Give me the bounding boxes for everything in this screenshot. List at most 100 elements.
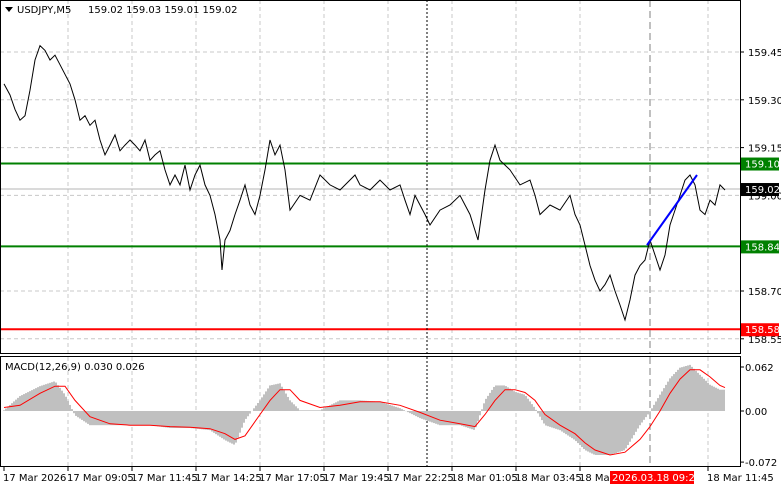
macd-histogram-bar (573, 411, 575, 440)
macd-histogram-bar (127, 411, 129, 426)
macd-histogram-bar (379, 401, 381, 411)
macd-histogram-bar (81, 411, 83, 420)
macd-histogram-bar (195, 411, 197, 429)
macd-histogram-bar (161, 411, 163, 427)
macd-histogram-bar (149, 411, 151, 426)
macd-histogram-bar (663, 388, 665, 411)
macd-histogram-bar (631, 411, 633, 439)
macd-histogram-bar (121, 411, 123, 426)
macd-histogram-bar (341, 400, 343, 411)
macd-histogram-bar (477, 411, 479, 422)
level-price-label: 158.84 (745, 242, 780, 253)
macd-histogram-bar (289, 400, 291, 411)
time-label: 18 Mar 11:45 (707, 473, 774, 484)
macd-histogram-bar (47, 383, 49, 411)
macd-histogram-bar (227, 411, 229, 442)
macd-histogram-bar (683, 366, 685, 411)
macd-histogram-bar (425, 411, 427, 421)
macd-histogram-bar (705, 380, 707, 411)
macd-histogram-bar (19, 396, 21, 411)
macd-histogram-bar (89, 411, 91, 426)
macd-histogram-bar (265, 391, 267, 411)
macd-histogram-bar (445, 411, 447, 426)
macd-histogram-bar (615, 411, 617, 454)
macd-histogram-bar (291, 402, 293, 411)
macd-histogram-bar (155, 411, 157, 427)
chart-window[interactable]: 159.45 159.30 159.15 159.00 158.70 158.55 17 M… (0, 0, 781, 489)
macd-histogram-bar (27, 392, 29, 411)
macd-histogram-bar (377, 401, 379, 411)
time-label: 17 Mar 11:45 (131, 473, 198, 484)
price-tick-label: 158.70 (748, 287, 781, 298)
macd-histogram-bar (253, 408, 255, 411)
macd-histogram-bar (567, 411, 569, 436)
macd-histogram-bar (335, 402, 337, 411)
macd-histogram-bar (323, 408, 325, 411)
macd-histogram-bar (721, 389, 723, 411)
macd-histogram-bar (383, 403, 385, 411)
macd-histogram-bar (511, 389, 513, 411)
macd-histogram-bar (599, 411, 601, 455)
macd-histogram-bar (211, 411, 213, 432)
macd-histogram-bar (223, 411, 225, 440)
collapse-triangle-icon[interactable] (5, 7, 13, 12)
macd-histogram-bar (395, 406, 397, 411)
macd-histogram-bar (117, 411, 119, 426)
macd-histogram-bar (717, 388, 719, 411)
trend-line (646, 174, 698, 246)
macd-histogram-bar (125, 411, 127, 426)
time-label: 18 Mar 01:05 (451, 473, 518, 484)
macd-histogram-bar (385, 403, 387, 411)
macd-histogram-bar (237, 411, 239, 438)
macd-histogram-bar (387, 404, 389, 411)
macd-histogram-bar (647, 411, 649, 415)
macd-histogram-bar (343, 400, 345, 411)
macd-histogram-bar (665, 384, 667, 411)
macd-histogram-bar (75, 411, 77, 416)
macd-histogram-bar (523, 394, 525, 411)
macd-histogram-bar (529, 401, 531, 411)
macd-histogram-bar (261, 397, 263, 411)
macd-histogram-bar (521, 393, 523, 411)
macd-histogram-bar (541, 411, 543, 421)
time-label: 17 Mar 14:25 (195, 473, 262, 484)
macd-histogram-bar (199, 411, 201, 430)
macd-histogram-bar (459, 411, 461, 426)
macd-histogram-bar (629, 411, 631, 442)
macd-histogram-bar (655, 401, 657, 411)
macd-histogram-bar (245, 411, 247, 419)
macd-histogram-bar (447, 411, 449, 426)
macd-histogram-bar (351, 400, 353, 411)
macd-histogram-bar (611, 411, 613, 455)
macd-histogram-bar (243, 411, 245, 423)
macd-histogram-bar (163, 411, 165, 428)
macd-histogram-bar (135, 411, 137, 426)
macd-histogram-bar (255, 405, 257, 411)
macd-histogram-bar (707, 382, 709, 411)
macd-histogram-bar (65, 396, 67, 411)
macd-histogram-bar (9, 404, 11, 411)
chart-canvas[interactable]: 159.45159.30159.15159.00158.70158.5517 M… (0, 0, 781, 489)
macd-histogram-bar (189, 411, 191, 429)
macd-histogram-bar (507, 387, 509, 411)
macd-histogram-bar (571, 411, 573, 439)
macd-histogram-bar (219, 411, 221, 437)
macd-histogram-bar (129, 411, 131, 426)
macd-histogram-bar (699, 374, 701, 411)
macd-histogram-bar (35, 388, 37, 411)
macd-histogram-bar (349, 400, 351, 411)
macd-histogram-bar (119, 411, 121, 426)
macd-histogram-bar (311, 410, 313, 411)
price-tick-label: 159.45 (748, 48, 781, 59)
macd-histogram-bar (31, 390, 33, 411)
macd-tick-label: 0.00 (745, 407, 767, 418)
price-series (3, 44, 726, 322)
macd-histogram-bar (113, 411, 115, 426)
macd-histogram-bar (509, 388, 511, 411)
macd-histogram-bar (11, 403, 13, 411)
macd-histogram-bar (693, 368, 695, 411)
macd-histogram-bar (557, 411, 559, 430)
macd-histogram-bar (397, 407, 399, 411)
macd-histogram-bar (691, 366, 693, 411)
macd-histogram-bar (183, 411, 185, 429)
